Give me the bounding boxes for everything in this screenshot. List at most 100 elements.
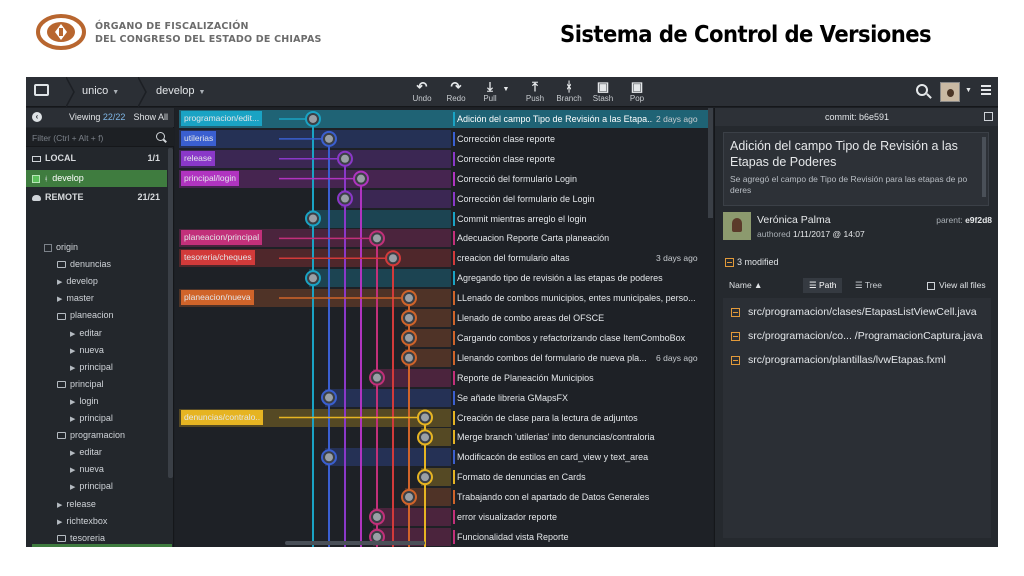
local-section-header[interactable]: LOCAL 1/1 (26, 150, 167, 167)
remote-tree-label: login (79, 395, 99, 406)
remote-tree-item[interactable]: ▶ principal (26, 410, 167, 427)
remote-tree-item[interactable]: planeacion (26, 307, 167, 324)
local-branch-develop[interactable]: ᚼ develop (26, 170, 167, 187)
remote-tree-label: nueva (79, 344, 104, 355)
remote-tree-item[interactable]: ▶ editar (26, 325, 167, 342)
branch-selector[interactable]: develop ▼ (156, 85, 205, 97)
parent-commit: parent: e9f2d8 (936, 215, 992, 225)
search-icon[interactable] (156, 132, 165, 141)
author-avatar-dot (309, 214, 317, 223)
remote-tree-label: release (66, 498, 96, 509)
view-all-label: View all files (939, 280, 986, 290)
branch-icon: ᚼ (44, 176, 49, 183)
viewing-number: 22/22 (102, 112, 126, 122)
show-all-link[interactable]: Show All (133, 112, 168, 122)
branch-icon: ▶ (57, 296, 63, 304)
file-item[interactable]: src/programacion/co... /ProgramacionCapt… (731, 330, 983, 342)
sidebar-footer-bar (32, 544, 172, 547)
view-all-files-checkbox[interactable]: View all files (927, 280, 986, 290)
push-icon: ⤒ (532, 79, 538, 94)
path-tab-label: Path (818, 280, 837, 290)
commit-sha[interactable]: b6e591 (859, 112, 889, 122)
repo-selector[interactable]: unico ▼ (82, 85, 119, 97)
filter-input[interactable] (32, 131, 152, 144)
remote-tree-item[interactable]: ▶ richtexbox (26, 513, 167, 530)
author-avatar-dot (405, 353, 413, 362)
file-item[interactable]: src/programacion/plantillas/lvwEtapas.fx… (731, 354, 946, 366)
stash-button[interactable]: ▣ Stash (585, 79, 621, 106)
remote-tree-label: principal (70, 378, 104, 389)
commit-summary: Adición del campo Tipo de Revisión a las… (730, 139, 958, 169)
modified-file-icon (731, 331, 740, 341)
remote-tree-label: denuncias (70, 259, 112, 270)
name-sort-header[interactable]: Name ▲ (729, 280, 762, 290)
folder-icon (57, 534, 66, 542)
user-avatar[interactable] (940, 82, 960, 102)
remote-tree-label: origin (56, 242, 79, 252)
sidebar-scrollbar[interactable] (168, 148, 173, 478)
organization-name: ÓRGANO DE FISCALIZACIÓN DEL CONGRESO DEL… (95, 20, 322, 46)
graph-horizontal-scrollbar[interactable] (285, 541, 425, 545)
organization-logo (36, 14, 86, 50)
remote-tree-item[interactable]: denuncias (26, 256, 167, 273)
branch-icon: ▶ (70, 467, 76, 475)
remote-tree-item[interactable]: ▶ develop (26, 273, 167, 290)
remote-icon (44, 243, 52, 252)
presentation-slide: { "header": { "org_line1": "ÓRGANO DE FI… (0, 0, 1024, 576)
commit-graph: programacion/edit... Adición del campo Ti… (175, 108, 713, 547)
branch-icon: ▶ (70, 398, 76, 406)
parent-sha[interactable]: e9f2d8 (965, 215, 992, 225)
commit-message-box[interactable]: Adición del campo Tipo de Revisión a las… (723, 132, 989, 206)
author-avatar-dot (421, 413, 429, 422)
modified-file-icon (731, 355, 740, 365)
branch-icon: ▶ (57, 501, 63, 509)
message-scrollbar[interactable] (982, 137, 986, 197)
git-client-window: unico ▼ develop ▼ ↶ Undo ↷ Redo ⤓ Pull ▼ ⤒ Pus… (26, 77, 998, 547)
branch-icon: ᚼ (565, 79, 573, 94)
remote-tree-item[interactable]: ▶ editar (26, 444, 167, 461)
folder-icon (57, 380, 66, 388)
remote-tree-item[interactable]: programacion (26, 427, 167, 444)
remote-tree-item[interactable]: origin (26, 239, 167, 256)
remote-tree-item[interactable]: ▶ nueva (26, 342, 167, 359)
branch-button[interactable]: ᚼ Branch (551, 79, 587, 106)
authored-date: authored 1/11/2017 @ 14:07 (757, 229, 865, 239)
redo-button[interactable]: ↷ Redo (438, 79, 474, 106)
remote-tree-item[interactable]: ▶ master (26, 290, 167, 307)
author-avatar-dot (405, 313, 413, 322)
hamburger-menu-icon[interactable] (981, 85, 991, 97)
file-list: src/programacion/clases/EtapasListViewCe… (723, 298, 991, 538)
remote-tree-item[interactable]: ▶ login (26, 393, 167, 410)
remote-tree-item[interactable]: ▶ nueva (26, 461, 167, 478)
commit-label: commit: (824, 112, 857, 122)
repo-folder-icon[interactable] (34, 84, 49, 96)
viewing-label: Viewing (69, 112, 101, 122)
chevron-down-icon[interactable]: ▼ (965, 87, 972, 94)
viewing-count: Viewing 22/22 (69, 112, 125, 122)
remote-tree-label: nueva (79, 464, 104, 475)
remote-tree-item[interactable]: ▶ release (26, 496, 167, 513)
commit-body: Se agregó el campo de Tipo de Revisión p… (730, 174, 968, 195)
pop-button[interactable]: ▣ Pop (619, 79, 655, 106)
back-arrow-icon[interactable]: ‹ (32, 112, 42, 122)
remote-tree-label: richtexbox (66, 515, 108, 526)
file-item[interactable]: src/programacion/clases/EtapasListViewCe… (731, 306, 977, 318)
branch-icon: ▶ (70, 330, 76, 338)
remote-tree-item[interactable]: ▶ principal (26, 359, 167, 376)
toolbar: unico ▼ develop ▼ ↶ Undo ↷ Redo ⤓ Pull ▼ ⤒ Pus… (26, 77, 998, 107)
push-button[interactable]: ⤒ Push (517, 79, 553, 106)
copy-icon[interactable] (984, 112, 993, 121)
graph-scrollbar[interactable] (708, 108, 713, 218)
breadcrumb-separator (138, 77, 147, 107)
tab-path[interactable]: ☰ Path (803, 278, 843, 293)
graph-lanes (279, 110, 433, 547)
remote-tree-item[interactable]: ▶ principal (26, 478, 167, 495)
undo-button[interactable]: ↶ Undo (404, 79, 440, 106)
search-icon[interactable] (916, 84, 928, 96)
author-avatar-dot (405, 493, 413, 502)
author-avatar-dot (309, 274, 317, 283)
tab-tree[interactable]: ☰ Tree (849, 278, 888, 293)
branch-icon: ▶ (70, 364, 76, 372)
remote-section-header[interactable]: REMOTE 21/21 (26, 189, 167, 206)
remote-tree-item[interactable]: principal (26, 376, 167, 393)
